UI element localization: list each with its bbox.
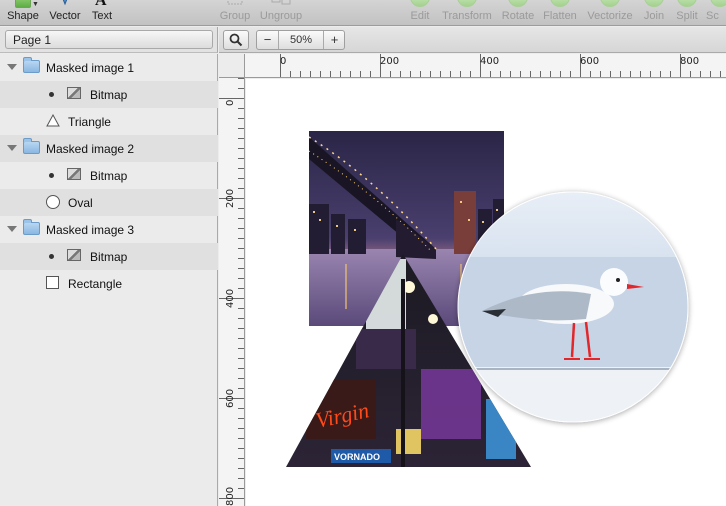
layers-panel: Masked image 1 Bitmap Triangle Masked im… — [0, 54, 218, 506]
ungroup-icon — [271, 0, 291, 5]
ruler-label: 400 — [480, 56, 500, 67]
transform-icon — [457, 0, 477, 7]
edit-button[interactable]: Edit — [404, 0, 436, 26]
artboard-artwork: Virgin VORNADO — [286, 131, 689, 467]
ruler-label: 0 — [225, 99, 236, 106]
rectangle-icon — [46, 276, 59, 289]
join-button[interactable]: Join — [640, 0, 668, 26]
group-icon — [227, 0, 243, 5]
ruler-label: 600 — [225, 388, 236, 408]
folder-icon — [23, 57, 40, 73]
canvas[interactable]: Virgin VORNADO — [246, 79, 726, 506]
flatten-icon — [550, 0, 570, 7]
search-button[interactable] — [223, 30, 249, 50]
triangle-icon — [46, 114, 60, 127]
disclosure-triangle-icon[interactable] — [7, 64, 17, 70]
canvas-toolbar: − 50% + — [219, 27, 726, 53]
mask-indicator-icon — [49, 173, 54, 178]
pages-bar: Page 1 — [0, 27, 218, 53]
mask-indicator-icon — [49, 92, 54, 97]
scissors-button[interactable]: Sc — [706, 0, 726, 26]
zoom-control: − 50% + — [256, 30, 345, 50]
ruler-label: 800 — [225, 486, 236, 506]
masked-image-oval[interactable] — [457, 191, 689, 423]
storefront-sign-text: VORNADO — [334, 452, 380, 462]
layer-bitmap-2[interactable]: Bitmap — [0, 162, 218, 189]
horizontal-ruler[interactable]: 0 200 400 600 800 — [219, 54, 726, 78]
layer-group-masked-image-1[interactable]: Masked image 1 — [0, 54, 218, 81]
zoom-level[interactable]: 50% — [279, 31, 323, 49]
layer-group-masked-image-3[interactable]: Masked image 3 — [0, 216, 218, 243]
text-tool-button[interactable]: A Text — [88, 0, 116, 26]
vectorize-button[interactable]: Vectorize — [584, 0, 636, 26]
layer-group-masked-image-2[interactable]: Masked image 2 — [0, 135, 218, 162]
bitmap-icon — [67, 87, 81, 99]
vector-tool-button[interactable]: Vector — [46, 0, 84, 26]
group-button[interactable]: Group — [216, 0, 254, 26]
ruler-label: 800 — [680, 56, 700, 67]
ruler-label: 200 — [225, 188, 236, 208]
vector-pen-icon — [62, 0, 68, 6]
page-selector[interactable]: Page 1 — [5, 30, 213, 49]
layer-bitmap-3[interactable]: Bitmap — [0, 243, 218, 270]
disclosure-triangle-icon[interactable] — [7, 226, 17, 232]
split-icon — [677, 0, 697, 7]
split-button[interactable]: Split — [672, 0, 702, 26]
edit-icon — [410, 0, 430, 7]
layer-oval[interactable]: Oval — [0, 189, 218, 216]
bitmap-icon — [67, 168, 81, 180]
shape-icon — [15, 0, 31, 8]
ruler-label: 400 — [225, 288, 236, 308]
ungroup-button[interactable]: Ungroup — [257, 0, 305, 26]
join-icon — [644, 0, 664, 7]
vertical-ruler[interactable]: 0 200 400 600 800 — [219, 78, 245, 506]
current-page-label: Page 1 — [13, 33, 52, 47]
disclosure-triangle-icon[interactable] — [7, 145, 17, 151]
dropdown-arrow-icon: ▼ — [32, 1, 39, 8]
layer-bitmap-1[interactable]: Bitmap — [0, 81, 218, 108]
flatten-button[interactable]: Flatten — [540, 0, 580, 26]
bitmap-icon — [67, 249, 81, 261]
zoom-out-button[interactable]: − — [257, 31, 279, 49]
folder-icon — [23, 219, 40, 235]
rotate-button[interactable]: Rotate — [498, 0, 538, 26]
search-icon — [229, 33, 243, 47]
rotate-icon — [508, 0, 528, 7]
mask-indicator-icon — [49, 254, 54, 259]
ruler-label: 200 — [380, 56, 400, 67]
scissors-icon — [710, 0, 726, 7]
transform-button[interactable]: Transform — [440, 0, 494, 26]
zoom-in-button[interactable]: + — [323, 31, 345, 49]
text-icon: A — [95, 0, 107, 9]
ruler-label: 600 — [580, 56, 600, 67]
layer-rectangle[interactable]: Rectangle — [0, 270, 218, 297]
vectorize-icon — [600, 0, 620, 7]
ruler-corner — [219, 54, 245, 78]
ruler-label: 0 — [280, 56, 287, 67]
folder-icon — [23, 138, 40, 154]
oval-icon — [46, 195, 60, 209]
main-toolbar: ▼ Shape Vector A Text Group Ungroup Edit… — [0, 0, 726, 26]
layer-triangle[interactable]: Triangle — [0, 108, 218, 135]
shape-tool-button[interactable]: ▼ Shape — [4, 0, 42, 26]
ruler-ticks — [280, 54, 721, 77]
